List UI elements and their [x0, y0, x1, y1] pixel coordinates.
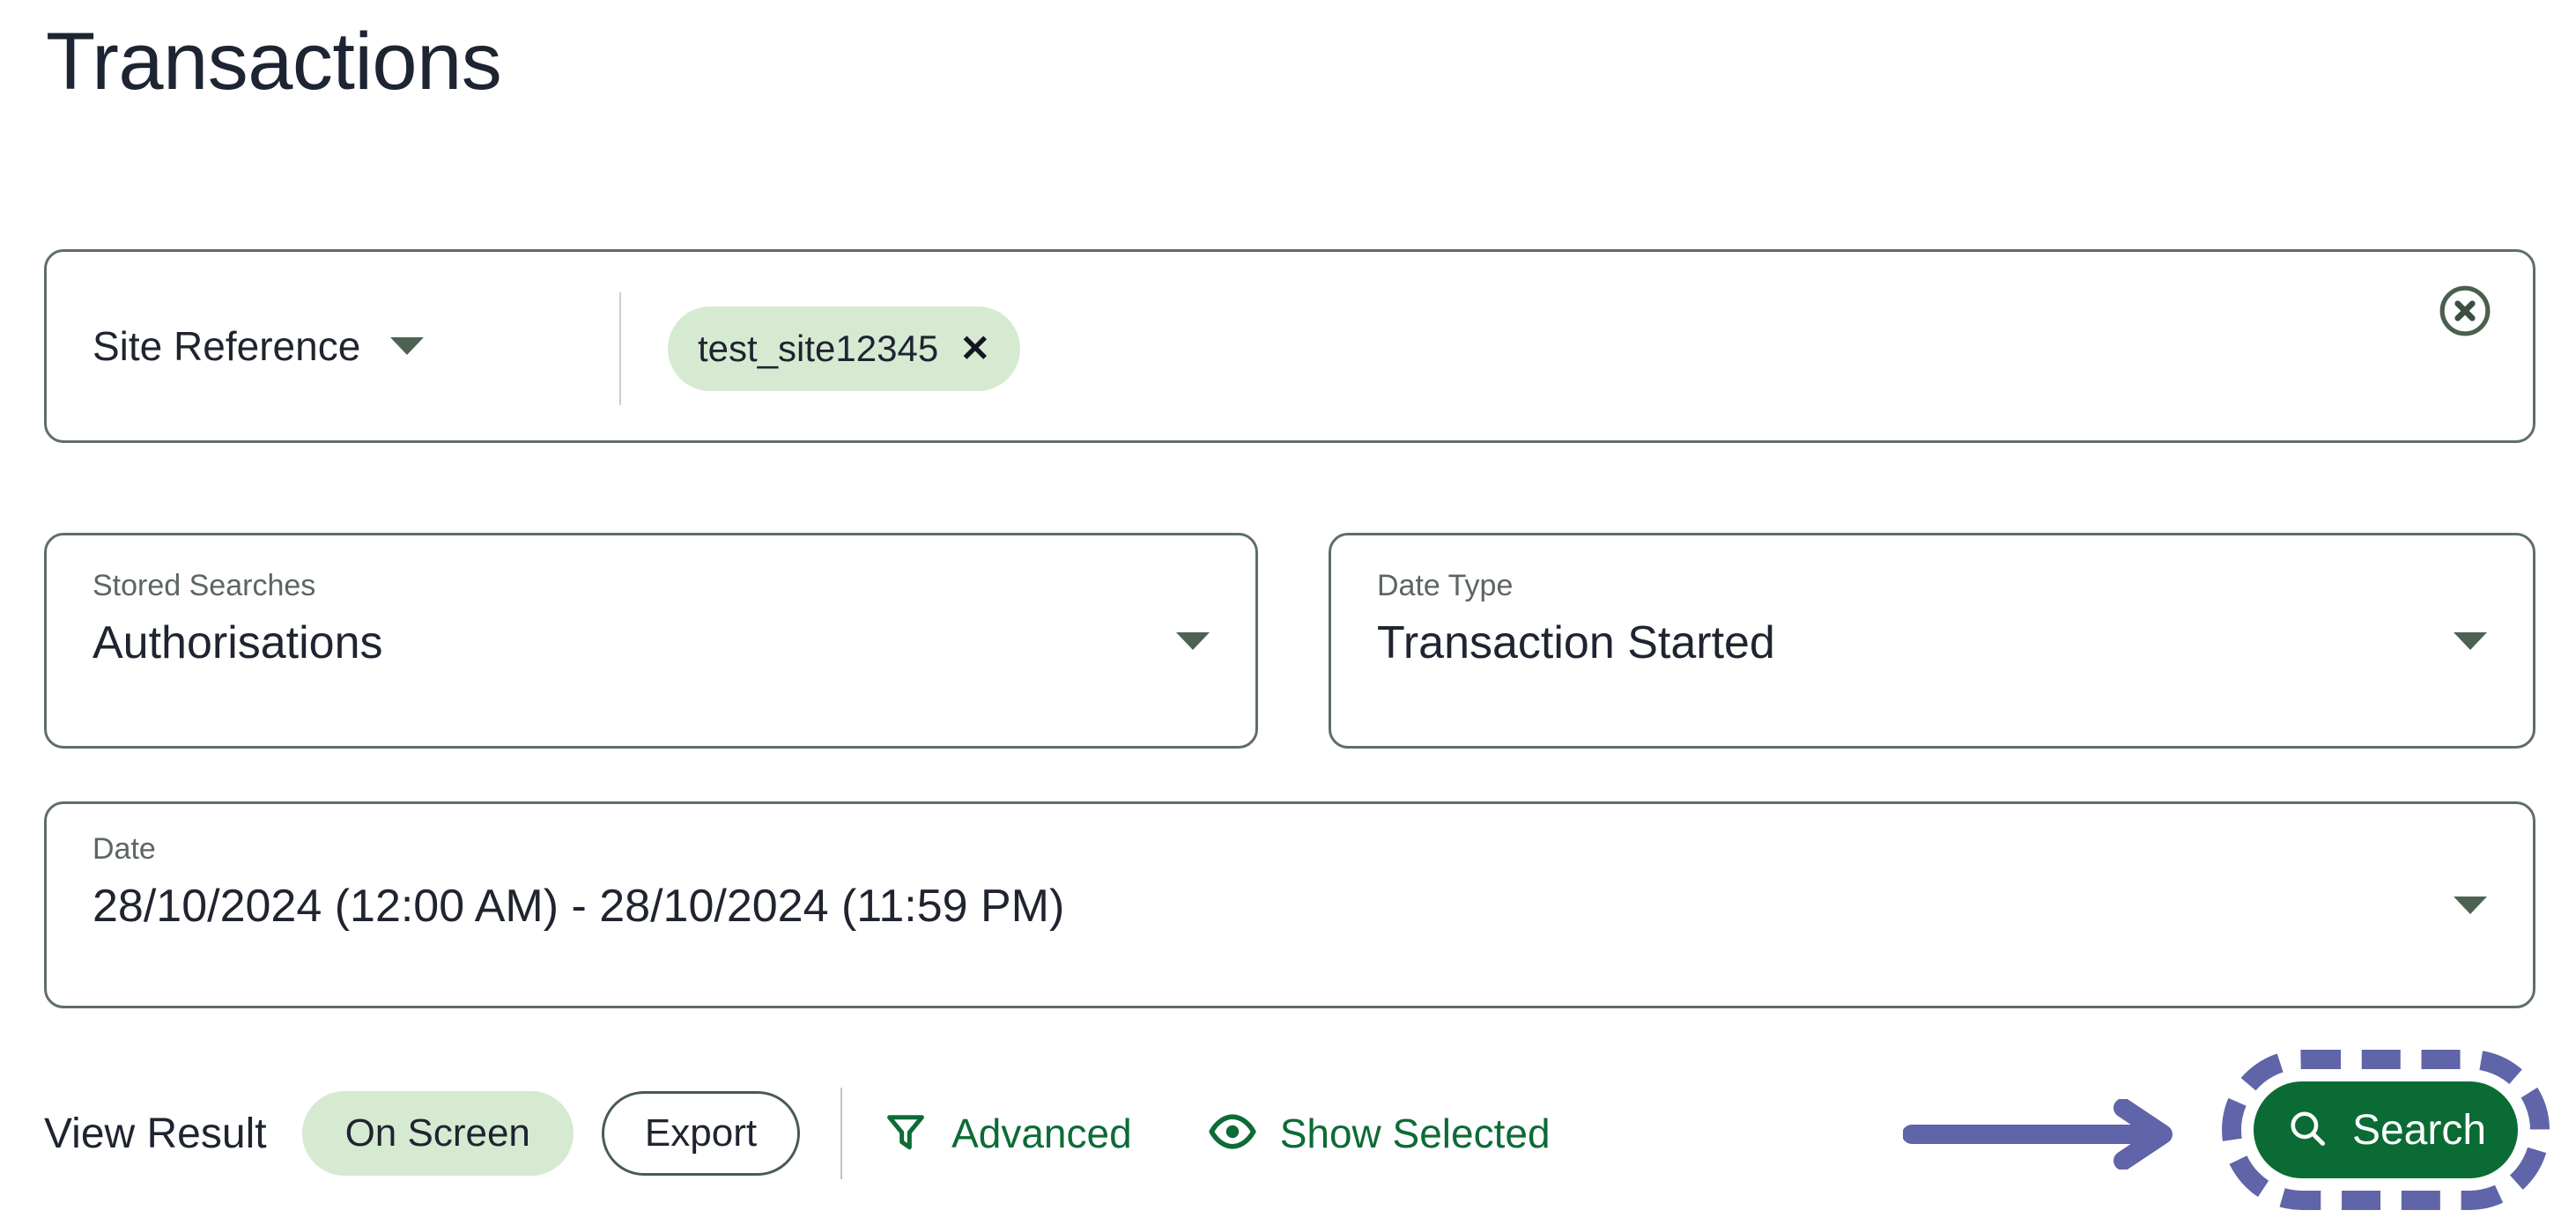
show-selected-button-label: Show Selected [1280, 1110, 1551, 1157]
eye-icon [1208, 1107, 1257, 1161]
date-type-label: Date Type [1377, 569, 1513, 603]
transactions-page: Transactions Site Reference test_site123… [0, 0, 2576, 1225]
page-title: Transactions [46, 18, 501, 107]
clear-all-button[interactable] [2438, 284, 2492, 338]
date-type-value: Transaction Started [1377, 616, 1775, 669]
date-range-label: Date [93, 832, 156, 867]
search-bar-divider [619, 292, 621, 405]
results-toolbar: View Result On Screen Export Advanced Sh… [44, 1076, 1551, 1191]
arrow-right-icon [1903, 1099, 2176, 1170]
on-screen-toggle[interactable]: On Screen [302, 1091, 574, 1176]
export-toggle[interactable]: Export [602, 1091, 800, 1176]
stored-searches-value: Authorisations [93, 616, 383, 669]
filter-funnel-icon [883, 1109, 929, 1159]
search-field-selector[interactable]: Site Reference [93, 252, 424, 440]
chevron-down-icon[interactable] [2454, 632, 2487, 650]
close-icon[interactable]: ✕ [959, 330, 990, 367]
toolbar-divider [840, 1088, 842, 1179]
chevron-down-icon [390, 337, 424, 355]
date-type-dropdown[interactable]: Date Type Transaction Started [1329, 533, 2535, 749]
stored-searches-label: Stored Searches [93, 569, 315, 603]
magnifier-icon [2285, 1106, 2329, 1155]
search-field-selector-label: Site Reference [93, 322, 360, 370]
chevron-down-icon[interactable] [2454, 897, 2487, 914]
chevron-down-icon[interactable] [1176, 632, 1210, 650]
date-range-value: 28/10/2024 (12:00 AM) - 28/10/2024 (11:5… [93, 880, 1064, 933]
search-button[interactable]: Search [2254, 1081, 2518, 1178]
search-button-label: Search [2352, 1106, 2486, 1155]
filter-chip-label: test_site12345 [698, 328, 938, 370]
advanced-button-label: Advanced [951, 1110, 1132, 1157]
show-selected-button[interactable]: Show Selected [1208, 1107, 1551, 1161]
advanced-button[interactable]: Advanced [883, 1109, 1132, 1159]
view-result-label: View Result [44, 1110, 267, 1158]
stored-searches-dropdown[interactable]: Stored Searches Authorisations [44, 533, 1258, 749]
filter-chip-site-reference[interactable]: test_site12345 ✕ [668, 306, 1020, 391]
date-range-dropdown[interactable]: Date 28/10/2024 (12:00 AM) - 28/10/2024 … [44, 801, 2535, 1008]
site-reference-search-bar: Site Reference test_site12345 ✕ [44, 249, 2535, 443]
